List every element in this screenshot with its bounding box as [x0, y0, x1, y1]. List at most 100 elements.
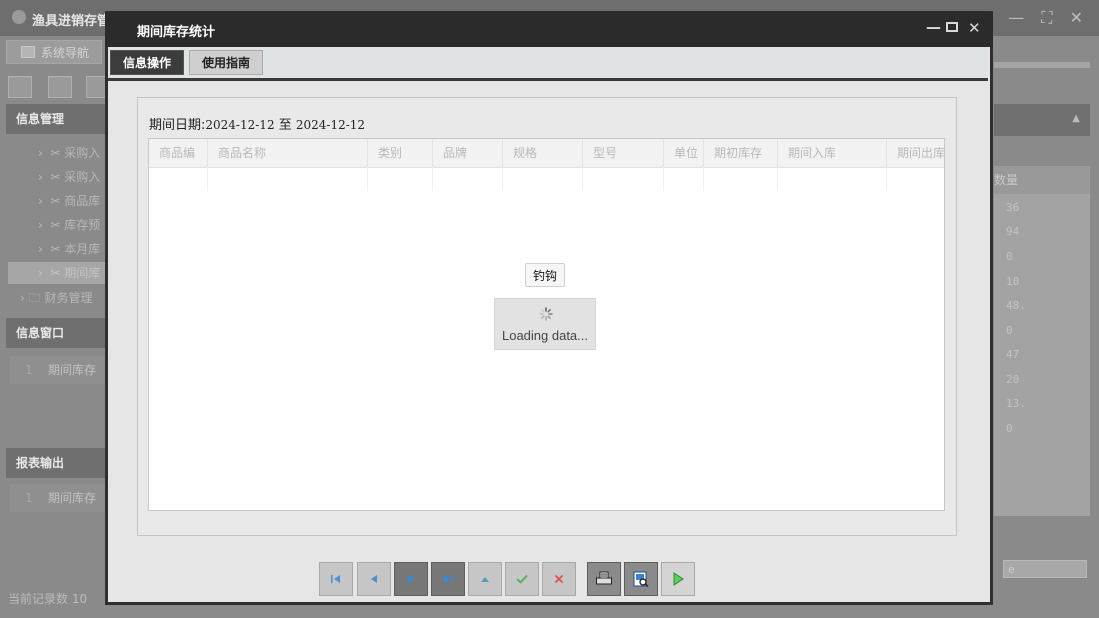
tree-item-label: 期间库: [64, 266, 101, 280]
right-cell: 0: [1006, 324, 1013, 337]
window-item-num: 1: [25, 363, 33, 377]
section-report-output[interactable]: 报表输出: [6, 448, 107, 478]
col-header-model[interactable]: 型号: [583, 139, 664, 167]
grid-col-line: [208, 167, 368, 191]
cancel-button[interactable]: [542, 562, 576, 596]
loading-indicator: Loading data...: [494, 298, 596, 350]
minimize-icon[interactable]: —: [926, 18, 941, 36]
play-icon: [673, 572, 684, 586]
app-right-divider: [994, 62, 1090, 68]
col-header-category[interactable]: 类别: [368, 139, 433, 167]
tab-info-operation[interactable]: 信息操作: [110, 50, 185, 75]
tree-item-purchase-in[interactable]: › ✂ 采购入: [38, 142, 100, 164]
date-separator: 至: [278, 118, 292, 133]
date-range: 期间日期:2024-12-12 至 2024-12-12: [149, 114, 365, 133]
right-cell: 0: [1006, 250, 1013, 263]
date-to[interactable]: 2024-12-12: [296, 118, 365, 132]
tree-item-period-stock[interactable]: › ✂ 期间库: [8, 262, 108, 284]
window-item-label: 期间库存: [48, 363, 97, 377]
status-record-count: 当前记录数 10: [8, 592, 88, 606]
right-cell: 48.: [1006, 299, 1026, 312]
report-item-num: 1: [25, 491, 33, 505]
nav-tab-system[interactable]: 系统导航: [6, 40, 102, 64]
grid-col-line: [503, 167, 583, 191]
collapse-up-icon[interactable]: ▲: [1072, 113, 1080, 124]
col-header-period-out[interactable]: 期间出库: [887, 139, 944, 167]
prev-page-button[interactable]: [357, 562, 391, 596]
first-page-icon: [331, 575, 340, 583]
last-page-icon: [444, 575, 453, 583]
right-panel-header: ▲: [994, 104, 1090, 136]
right-cell: 13.: [1006, 397, 1026, 410]
prev-page-icon: [371, 575, 377, 583]
col-header-name[interactable]: 商品名称: [208, 139, 368, 167]
nav-tab-label: 系统导航: [41, 46, 90, 60]
up-arrow-icon: [481, 577, 489, 582]
tree-item-label: 采购入: [64, 146, 101, 160]
tree-item-purchase-in-2[interactable]: › ✂ 采购入: [38, 166, 100, 188]
preview-button[interactable]: [624, 562, 658, 596]
right-cell: 94: [1006, 225, 1020, 238]
tree-item-label: 商品库: [64, 194, 101, 208]
grid-col-line: [583, 167, 664, 191]
tree-item-goods-stock[interactable]: › ✂ 商品库: [38, 190, 100, 212]
section-info-manage[interactable]: 信息管理: [6, 104, 107, 134]
date-from[interactable]: 2024-12-12: [205, 118, 274, 132]
tree-folder-finance[interactable]: › 🗀 财务管理: [20, 289, 92, 310]
first-page-button[interactable]: [319, 562, 353, 596]
folder-label: 财务管理: [44, 291, 93, 305]
app-title: 渔具进销存管: [32, 14, 111, 29]
next-page-icon: [408, 575, 414, 583]
spinner-icon: [539, 307, 553, 321]
col-header-unit[interactable]: 单位: [664, 139, 704, 167]
last-page-button[interactable]: [431, 562, 465, 596]
maximize-icon[interactable]: [946, 22, 958, 32]
loading-text: Loading data...: [501, 328, 589, 343]
right-cell: 10: [1006, 275, 1020, 288]
col-header-period-in[interactable]: 期间入库: [778, 139, 887, 167]
grid-header: 商品编 商品名称 类别 品牌 规格 型号 单位 期初库存 期间入库 期间出库: [149, 139, 944, 168]
right-cell: 36: [1006, 201, 1020, 214]
confirm-button[interactable]: [505, 562, 539, 596]
tab-user-guide[interactable]: 使用指南: [189, 50, 264, 75]
col-header-opening-stock[interactable]: 期初库存: [704, 139, 778, 167]
report-item-label: 期间库存: [48, 491, 97, 505]
folder-icon: 🗀: [28, 291, 41, 305]
col-header-brand[interactable]: 品牌: [433, 139, 503, 167]
app-window-controls[interactable]: — ⛶ ✕: [1008, 8, 1089, 28]
window-item[interactable]: 1 期间库存: [10, 356, 107, 384]
grid-mask-label: 钓钩: [525, 263, 565, 287]
grid-col-line: [433, 167, 503, 191]
checkmark-icon: [516, 574, 528, 584]
tree-item-label: 采购入: [64, 170, 101, 184]
nav-icon: [21, 46, 35, 58]
tree-item-label: 本月库: [64, 242, 101, 256]
grid-col-line: [704, 167, 778, 191]
run-button[interactable]: [661, 562, 695, 596]
right-col-header: 数量: [994, 166, 1090, 194]
toolbar-search-icon[interactable]: [8, 76, 32, 98]
tree-item-month-stock[interactable]: › ✂ 本月库: [38, 238, 100, 260]
toolbar-list-icon[interactable]: [48, 76, 72, 98]
col-header-code[interactable]: 商品编: [149, 139, 208, 167]
section-info-window[interactable]: 信息窗口: [6, 318, 107, 348]
move-up-button[interactable]: [468, 562, 502, 596]
toolbar-doc-icon[interactable]: [86, 76, 106, 98]
right-search-input[interactable]: e: [1003, 560, 1087, 578]
right-cell: 0: [1006, 422, 1013, 435]
grid-col-line: [664, 167, 704, 191]
date-label: 期间日期:: [149, 118, 206, 133]
print-preview-icon: [633, 571, 649, 587]
tree-item-stock-warning[interactable]: › ✂ 库存预: [38, 214, 100, 236]
right-cell: 47: [1006, 348, 1020, 361]
col-header-spec[interactable]: 规格: [503, 139, 583, 167]
close-icon[interactable]: ✕: [968, 19, 981, 37]
report-item[interactable]: 1 期间库存: [10, 484, 107, 512]
next-page-button[interactable]: [394, 562, 428, 596]
print-button[interactable]: [587, 562, 621, 596]
tree-item-label: 库存预: [64, 218, 101, 232]
grid-col-line: [149, 167, 208, 191]
cross-icon: [554, 574, 564, 584]
right-cell: 20: [1006, 373, 1020, 386]
modal-titlebar[interactable]: [105, 11, 993, 47]
